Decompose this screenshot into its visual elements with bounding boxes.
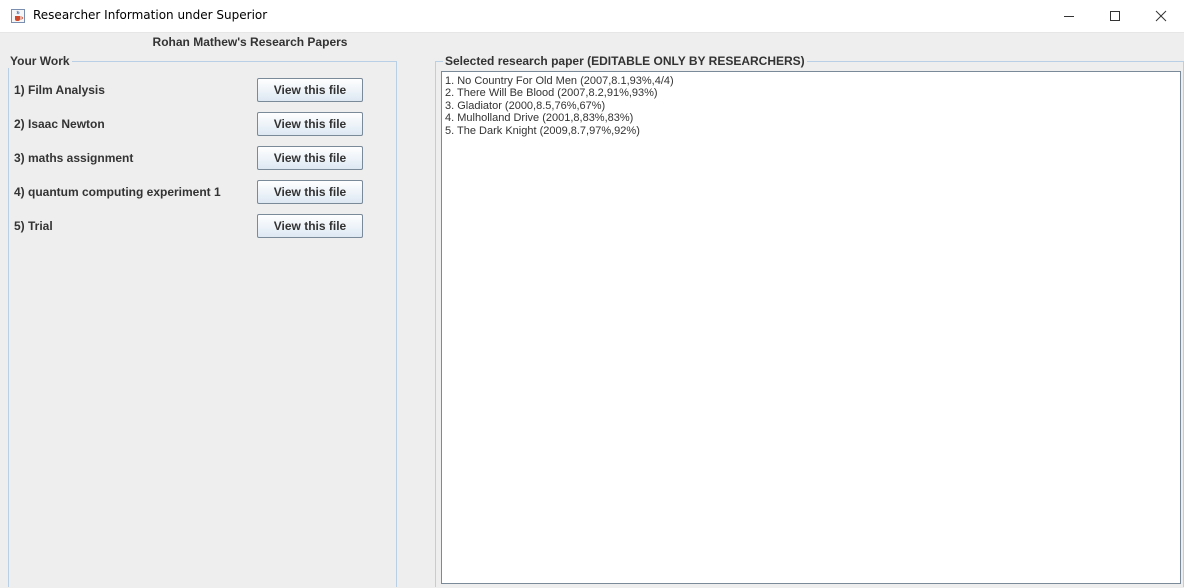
paper-label-3: 3) maths assignment xyxy=(14,151,134,165)
your-work-legend: Your Work xyxy=(8,54,72,68)
minimize-button[interactable] xyxy=(1046,0,1092,32)
view-file-button-4[interactable]: View this file xyxy=(257,180,363,204)
view-file-button-3[interactable]: View this file xyxy=(257,146,363,170)
window-title: Researcher Information under Superior xyxy=(33,8,268,22)
text-line-3: 3. Gladiator (2000,8.5,76%,67%) xyxy=(445,99,606,112)
close-button[interactable] xyxy=(1138,0,1184,32)
maximize-button[interactable] xyxy=(1092,0,1138,32)
close-icon xyxy=(1155,10,1167,22)
paper-label-4: 4) quantum computing experiment 1 xyxy=(14,185,221,199)
view-file-button-2[interactable]: View this file xyxy=(257,112,363,136)
view-file-button-5[interactable]: View this file xyxy=(257,214,363,238)
maximize-icon xyxy=(1110,11,1120,21)
title-bar[interactable]: Researcher Information under Superior xyxy=(0,0,1184,33)
text-line-1: 1. No Country For Old Men (2007,8.1,93%,… xyxy=(445,75,674,87)
your-work-panel xyxy=(8,61,397,587)
text-line-5: 5. The Dark Knight (2009,8.7,97%,92%) xyxy=(445,124,640,137)
text-line-4: 4. Mulholland Drive (2001,8,83%,83%) xyxy=(445,112,634,125)
view-file-button-1[interactable]: View this file xyxy=(257,78,363,102)
selected-paper-legend: Selected research paper (EDITABLE ONLY B… xyxy=(443,54,807,68)
minimize-icon xyxy=(1064,16,1074,17)
page-title: Rohan Mathew's Research Papers xyxy=(152,35,348,49)
text-line-2: 2. There Will Be Blood (2007,8.2,91%,93%… xyxy=(445,87,658,100)
paper-label-2: 2) Isaac Newton xyxy=(14,117,105,131)
java-cup-icon xyxy=(11,9,25,23)
paper-text-area[interactable]: 1. No Country For Old Men (2007,8.1,93%,… xyxy=(441,71,1181,584)
paper-label-5: 5) Trial xyxy=(14,219,53,233)
paper-label-1: 1) Film Analysis xyxy=(14,83,105,97)
